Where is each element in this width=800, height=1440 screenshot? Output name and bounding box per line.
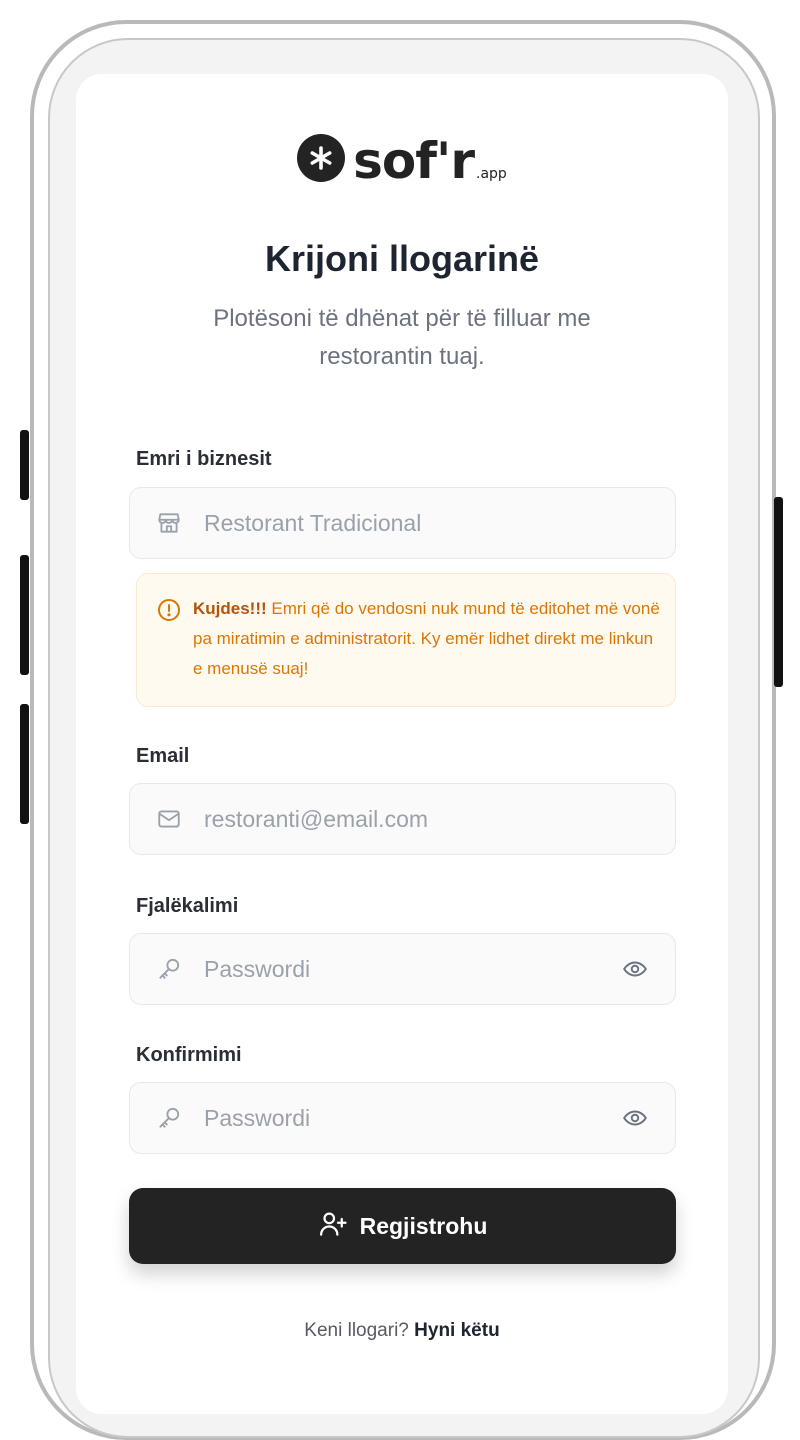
mail-icon [154,804,184,834]
eye-icon[interactable] [619,1102,651,1134]
confirm-input[interactable] [204,1083,619,1153]
alert-circle-icon [157,598,181,627]
app-screen: sof'r .app Krijoni llogarinë Plotësoni t… [76,74,728,1414]
email-field[interactable] [129,783,676,855]
eye-icon[interactable] [619,953,651,985]
login-prompt: Keni llogari? Hyni këtu [76,1320,728,1342]
asterisk-icon [297,134,346,182]
phone-side-button-left-3 [20,704,29,824]
confirm-label: Konfirmimi [136,1044,242,1066]
key-icon [154,1103,184,1133]
store-icon [154,508,184,538]
email-input[interactable] [204,784,675,854]
phone-side-button-left-2 [20,555,29,675]
page-title: Krijoni llogarinë [264,238,540,279]
warning-box: Kujdes!!! Emri që do vendosni nuk mund t… [136,573,676,707]
phone-side-button-right [774,497,783,687]
password-field[interactable] [129,933,676,1005]
brand-suffix: .app [476,166,507,182]
email-label: Email [136,745,190,767]
login-prompt-text: Keni llogari? [304,1320,409,1341]
business-name-input[interactable] [204,488,675,558]
phone-side-button-left-1 [20,430,29,500]
business-name-label: Emri i biznesit [136,448,272,470]
register-button-label: Regjistrohu [359,1212,488,1239]
user-plus-icon [318,1209,348,1244]
login-link[interactable]: Hyni këtu [414,1320,500,1341]
password-input[interactable] [204,934,619,1004]
warning-text: Kujdes!!! Emri që do vendosni nuk mund t… [193,594,663,684]
warning-strong: Kujdes!!! [193,599,267,618]
brand-name: sof'r [353,132,475,190]
confirm-field[interactable] [129,1082,676,1154]
page-subtitle: Plotësoni të dhënat për të filluar me re… [213,305,591,370]
password-label: Fjalëkalimi [136,895,239,917]
brand-logo: sof'r .app [76,134,728,186]
business-name-field[interactable] [129,487,676,559]
key-icon [154,954,184,984]
register-button[interactable]: Regjistrohu [129,1188,676,1264]
